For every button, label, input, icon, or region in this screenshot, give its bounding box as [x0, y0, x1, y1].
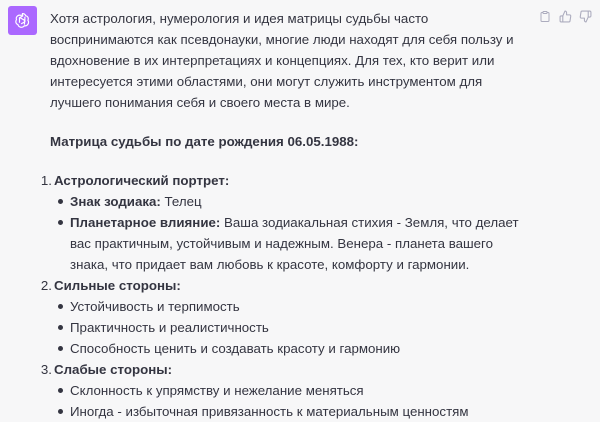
like-button[interactable]: [558, 9, 572, 23]
section-strengths: 2. Сильные стороны: Устойчивость и терпи…: [41, 275, 534, 359]
section-items: Знак зодиака: Телец Планетарное влияние:…: [54, 191, 534, 275]
list-item: Знак зодиака: Телец: [58, 191, 534, 212]
sections-list: 1. Астрологический портрет: Знак зодиака…: [41, 170, 534, 422]
item-text: Способность ценить и создавать красоту и…: [70, 341, 401, 356]
bullet: [58, 346, 63, 351]
list-number: 2.: [40, 278, 52, 293]
assistant-message: Хотя астрология, нумерология и идея матр…: [41, 8, 534, 422]
list-item: Устойчивость и терпимость: [58, 296, 534, 317]
assistant-avatar: [8, 6, 37, 35]
dislike-button[interactable]: [578, 9, 592, 23]
list-item: Планетарное влияние: Ваша зодиакальная с…: [58, 212, 534, 275]
copy-button[interactable]: [538, 9, 552, 23]
list-number: 1.: [40, 173, 52, 188]
item-text: Склонность к упрямству и нежелание менят…: [70, 383, 364, 398]
thumbs-down-icon: [579, 10, 591, 22]
section-title: Слабые стороны:: [54, 362, 173, 377]
bullet: [58, 304, 63, 309]
section-items: Устойчивость и терпимость Практичность и…: [54, 296, 534, 359]
bullet: [58, 199, 63, 204]
item-label: Знак зодиака:: [70, 194, 161, 209]
list-item: Склонность к упрямству и нежелание менят…: [58, 380, 534, 401]
bullet: [58, 409, 63, 414]
item-text: Телец: [160, 194, 202, 209]
list-number: 3.: [40, 362, 52, 377]
bullet: [58, 388, 63, 393]
list-item: Способность ценить и создавать красоту и…: [58, 338, 534, 359]
bullet: [58, 220, 63, 225]
matrix-heading: Матрица судьбы по дате рождения 06.05.19…: [50, 134, 359, 149]
openai-logo-icon: [15, 12, 30, 28]
section-astrology: 1. Астрологический портрет: Знак зодиака…: [41, 170, 534, 275]
thumbs-up-icon: [559, 10, 571, 22]
bullet: [58, 325, 63, 330]
section-title: Астрологический портрет:: [54, 173, 230, 188]
intro-paragraph: Хотя астрология, нумерология и идея матр…: [50, 11, 514, 110]
clipboard-icon: [540, 10, 550, 22]
list-item: Практичность и реалистичность: [58, 317, 534, 338]
message-actions: [538, 9, 592, 23]
list-item: Иногда - избыточная привязанность к мате…: [58, 401, 534, 422]
item-text: Устойчивость и терпимость: [70, 299, 240, 314]
item-label: Планетарное влияние:: [70, 215, 221, 230]
item-text: Иногда - избыточная привязанность к мате…: [70, 404, 469, 419]
item-text: Практичность и реалистичность: [70, 320, 269, 335]
section-items: Склонность к упрямству и нежелание менят…: [54, 380, 534, 422]
section-title: Сильные стороны:: [54, 278, 181, 293]
section-weaknesses: 3. Слабые стороны: Склонность к упрямств…: [41, 359, 534, 422]
